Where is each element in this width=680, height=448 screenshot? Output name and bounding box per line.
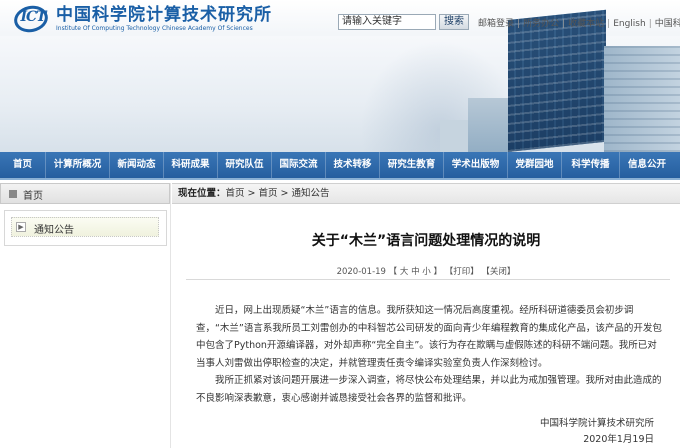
ict-logo-icon: ICT xyxy=(11,2,52,36)
signature-date: 2020年1月19日 xyxy=(583,434,654,445)
search-input[interactable]: 请输入关键字 xyxy=(338,14,436,30)
logo-text: 中国科学院计算技术研究所 Institute Of Computing Tech… xyxy=(56,4,272,33)
banner-building xyxy=(604,46,680,152)
nav-about[interactable]: 计算所概况 xyxy=(46,152,110,178)
article-paragraph: 我所正抓紧对该问题开展进一步深入调查，将尽快公布处理结果，并以此为戒加强管理。我… xyxy=(196,375,662,404)
breadcrumb-path[interactable]: 首页 > 首页 > 通知公告 xyxy=(226,188,330,199)
arrow-right-icon: ▶ xyxy=(16,222,26,232)
article-date: 2020-01-19 xyxy=(336,267,386,277)
nav-team[interactable]: 研究队伍 xyxy=(218,152,272,178)
sidebar-item-notices[interactable]: ▶ 通知公告 xyxy=(11,217,159,237)
article-meta: 2020-01-19 【 大 中 小 】 【打印】 【关闭】 xyxy=(172,265,680,277)
nav-party[interactable]: 党群园地 xyxy=(508,152,562,178)
english-link[interactable]: English xyxy=(613,19,646,29)
top-links: 邮箱登录|所务办公|收藏本站|English|中国科学院 xyxy=(478,16,680,29)
banner-building xyxy=(468,98,512,152)
breadcrumb-label: 现在位置： xyxy=(178,188,226,199)
banner-building-tower xyxy=(508,9,606,152)
search-button[interactable]: 搜索 xyxy=(439,14,469,30)
nav-tech-transfer[interactable]: 技术转移 xyxy=(326,152,380,178)
office-link[interactable]: 所务办公 xyxy=(523,19,559,29)
print-link[interactable]: 【打印】 xyxy=(445,267,479,277)
site-header: ICT 中国科学院计算技术研究所 Institute Of Computing … xyxy=(0,0,680,152)
nav-news[interactable]: 新闻动态 xyxy=(110,152,164,178)
mail-login-link[interactable]: 邮箱登录 xyxy=(478,19,514,29)
logo-chinese-name: 中国科学院计算技术研究所 xyxy=(56,4,272,25)
sidebar-title: 首页 xyxy=(23,191,43,202)
nav-research[interactable]: 科研成果 xyxy=(164,152,218,178)
banner-building xyxy=(440,120,470,152)
nav-home[interactable]: 首页 xyxy=(0,152,46,178)
font-size-switch[interactable]: 【 大 中 小 】 xyxy=(389,267,442,277)
signature-org: 中国科学院计算技术研究所 xyxy=(539,418,654,429)
nav-international[interactable]: 国际交流 xyxy=(272,152,326,178)
article-body: 近日，网上出现质疑“木兰”语言的信息。我所获知这一情况后高度重视。经所科研道德委… xyxy=(196,302,662,407)
cas-link[interactable]: 中国科学院 xyxy=(655,19,680,29)
link-separator: | xyxy=(648,19,652,29)
link-separator: | xyxy=(562,19,566,29)
sidebar-item-label: 通知公告 xyxy=(34,225,74,236)
bookmark-link[interactable]: 收藏本站 xyxy=(568,19,604,29)
column-divider xyxy=(170,183,171,448)
title-divider xyxy=(186,279,670,280)
logo-english-name: Institute Of Computing Technology Chines… xyxy=(56,24,253,32)
article-title: 关于“木兰”语言问题处理情况的说明 xyxy=(311,233,541,249)
main-nav: 首页 计算所概况 新闻动态 科研成果 研究队伍 国际交流 技术转移 研究生教育 … xyxy=(0,152,680,180)
article-paragraph: 近日，网上出现质疑“木兰”语言的信息。我所获知这一情况后高度重视。经所科研道德委… xyxy=(196,305,662,369)
nav-graduate[interactable]: 研究生教育 xyxy=(380,152,444,178)
logo-mark-text: ICT xyxy=(20,9,46,25)
site-logo[interactable]: ICT 中国科学院计算技术研究所 Institute Of Computing … xyxy=(11,2,272,36)
page: ICT 中国科学院计算技术研究所 Institute Of Computing … xyxy=(0,0,680,448)
close-link[interactable]: 【关闭】 xyxy=(481,267,515,277)
nav-disclosure[interactable]: 信息公开 xyxy=(620,152,674,178)
nav-publications[interactable]: 学术出版物 xyxy=(444,152,508,178)
link-separator: | xyxy=(517,19,521,29)
sidebar-header: 首页 xyxy=(0,183,170,204)
square-icon xyxy=(9,190,17,198)
article-signature: 中国科学院计算技术研究所 2020年1月19日 xyxy=(540,416,654,448)
breadcrumb: 现在位置：首页 > 首页 > 通知公告 xyxy=(172,183,680,204)
link-separator: | xyxy=(607,19,611,29)
sidebar-menu: ▶ 通知公告 xyxy=(4,210,167,246)
nav-science-comm[interactable]: 科学传播 xyxy=(562,152,620,178)
